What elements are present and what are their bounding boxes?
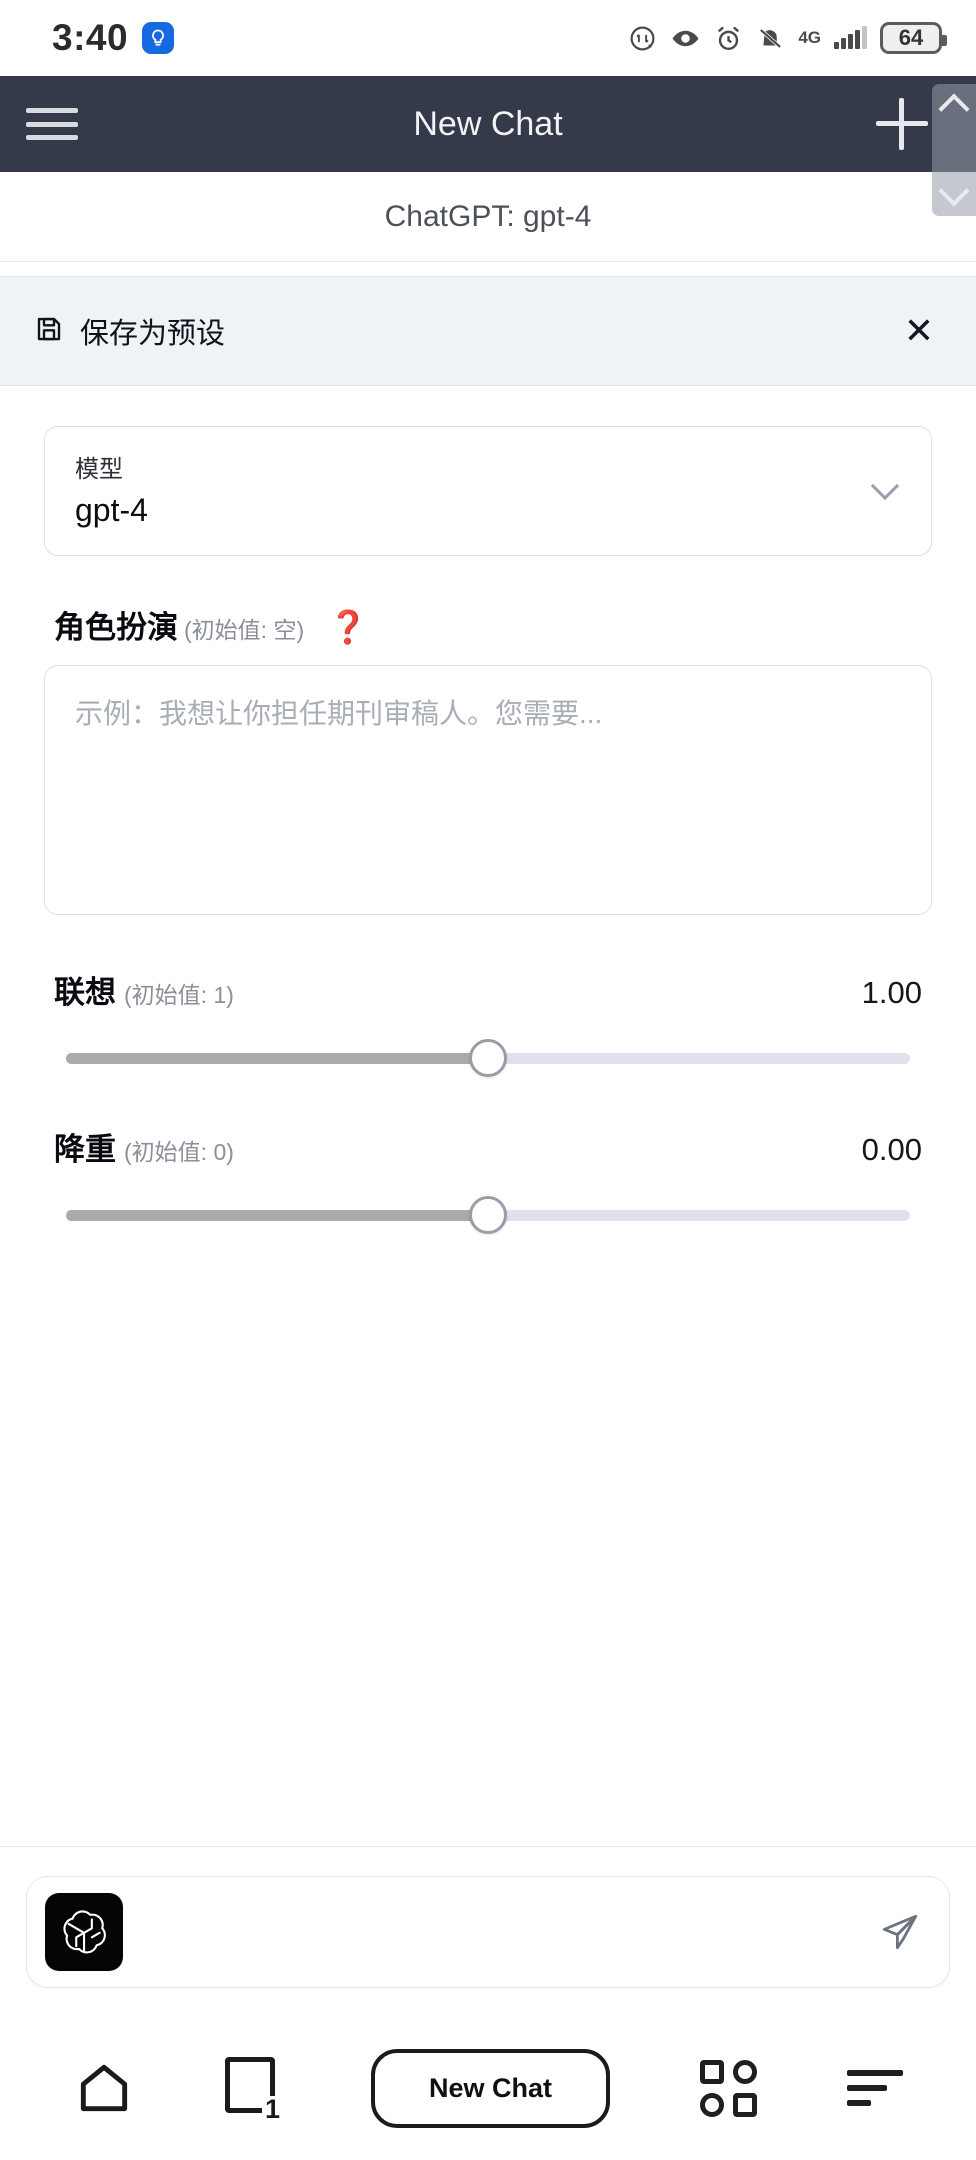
apps-grid-icon[interactable] — [699, 2059, 757, 2117]
status-bar-right: 4G 64 — [628, 22, 947, 54]
grid-cell-circle-tr — [732, 2059, 757, 2084]
slider-jiangzhong-head: 降重 (初始值: 0) 0.00 — [54, 1124, 922, 1169]
status-time: 3:40 — [52, 17, 129, 58]
tabs-icon[interactable]: 1 — [224, 2057, 283, 2123]
signal-bars-icon — [834, 26, 867, 49]
floppy-disk-save-icon — [34, 314, 64, 349]
app-root: 3:40 4G 64 New Chat ChatGPT: gpt-4 保存为预设… — [0, 0, 976, 2160]
grid-cell-square-br — [732, 2092, 757, 2117]
new-chat-button[interactable]: New Chat — [370, 2048, 610, 2128]
slider-fill — [66, 1209, 488, 1221]
slider-jiangzhong: 降重 (初始值: 0) 0.00 — [44, 1124, 932, 1235]
save-preset-bar[interactable]: 保存为预设 ✕ — [0, 276, 976, 386]
bottom-nav: 1 New Chat — [0, 2016, 976, 2160]
apps-grid-shape — [699, 2059, 757, 2117]
slider-lianxiang-default-note: (初始值: 1) — [124, 982, 234, 1008]
slider-lianxiang-rail[interactable] — [66, 1038, 910, 1078]
hamburger-menu-icon[interactable] — [26, 102, 78, 146]
lightbulb-icon — [142, 22, 175, 54]
plus-icon[interactable] — [876, 98, 928, 150]
chevron-down-icon[interactable] — [870, 471, 900, 501]
slider-lianxiang-head: 联想 (初始值: 1) 1.00 — [54, 967, 922, 1012]
model-subtitle-bar: ChatGPT: gpt-4 — [0, 172, 976, 262]
model-select-caption: 模型 — [75, 456, 123, 483]
settings-panel: 保存为预设 ✕ 模型 gpt-4 角色扮演 (初始值: 空) ❓ 示例：我想让你… — [0, 262, 976, 1846]
slider-jiangzhong-value: 0.00 — [861, 1132, 922, 1167]
composer-bar — [0, 1846, 976, 2016]
role-play-input[interactable]: 示例：我想让你担任期刊审稿人。您需要... — [44, 665, 932, 915]
red-question-mark-icon[interactable]: ❓ — [328, 608, 368, 646]
role-play-label-row: 角色扮演 (初始值: 空) ❓ — [44, 602, 932, 647]
slider-thumb[interactable] — [469, 1196, 507, 1234]
app-header: New Chat — [0, 76, 976, 216]
slider-thumb[interactable] — [469, 1039, 507, 1077]
close-x-icon[interactable]: ✕ — [904, 313, 934, 349]
role-play-placeholder: 示例：我想让你担任期刊审稿人。您需要... — [75, 698, 603, 729]
sort-lines-icon[interactable] — [846, 2070, 903, 2106]
sort-lines-shape — [846, 2070, 903, 2106]
eye-comfort-icon — [670, 23, 701, 54]
slider-jiangzhong-default-note: (初始值: 0) — [124, 1139, 234, 1165]
slider-jiangzhong-label-group: 降重 (初始值: 0) — [54, 1124, 234, 1169]
mute-bell-icon — [756, 24, 785, 53]
model-select-inner: 模型 gpt-4 — [75, 449, 148, 529]
slider-lianxiang-value: 1.00 — [861, 975, 922, 1010]
slider-jiangzhong-label: 降重 — [54, 1132, 116, 1167]
panel-body: 模型 gpt-4 角色扮演 (初始值: 空) ❓ 示例：我想让你担任期刊审稿人。… — [0, 386, 976, 1846]
new-chat-label: New Chat — [370, 2048, 610, 2128]
model-select-value: gpt-4 — [75, 492, 148, 528]
send-paper-plane-icon[interactable] — [879, 1911, 921, 1953]
tabs-icon-shape: 1 — [224, 2057, 283, 2123]
slider-lianxiang-label: 联想 — [54, 975, 116, 1010]
status-bar-left: 3:40 — [52, 17, 175, 59]
slider-fill — [66, 1052, 488, 1064]
role-play-label: 角色扮演 — [54, 610, 178, 645]
message-input-container[interactable] — [26, 1875, 950, 1988]
save-preset-left: 保存为预设 — [34, 310, 225, 352]
grid-cell-square-tl — [699, 2059, 724, 2084]
home-icon[interactable] — [73, 2057, 135, 2119]
model-select[interactable]: 模型 gpt-4 — [44, 426, 932, 556]
slider-jiangzhong-rail[interactable] — [66, 1195, 910, 1235]
tabs-count: 1 — [261, 2096, 283, 2123]
data-saver-icon — [628, 24, 657, 53]
slider-lianxiang: 联想 (初始值: 1) 1.00 — [44, 967, 932, 1078]
chevron-up-icon[interactable] — [938, 93, 970, 125]
scroll-control-overlay[interactable] — [932, 84, 976, 216]
network-type-label: 4G — [798, 28, 821, 47]
battery-indicator: 64 — [880, 22, 947, 54]
slider-lianxiang-label-group: 联想 (初始值: 1) — [54, 967, 234, 1012]
grid-cell-circle-bl — [699, 2092, 724, 2117]
page-title: New Chat — [413, 104, 563, 143]
openai-logo-icon — [45, 1892, 123, 1971]
model-subtitle: ChatGPT: gpt-4 — [384, 199, 592, 233]
chevron-down-icon[interactable] — [938, 175, 970, 207]
network-indicator: 4G — [798, 29, 821, 47]
status-bar: 3:40 4G 64 — [0, 0, 976, 76]
save-preset-label: 保存为预设 — [80, 318, 226, 350]
role-play-default-note: (初始值: 空) — [184, 617, 305, 643]
alarm-icon — [714, 24, 743, 53]
battery-level-label: 64 — [898, 25, 924, 50]
